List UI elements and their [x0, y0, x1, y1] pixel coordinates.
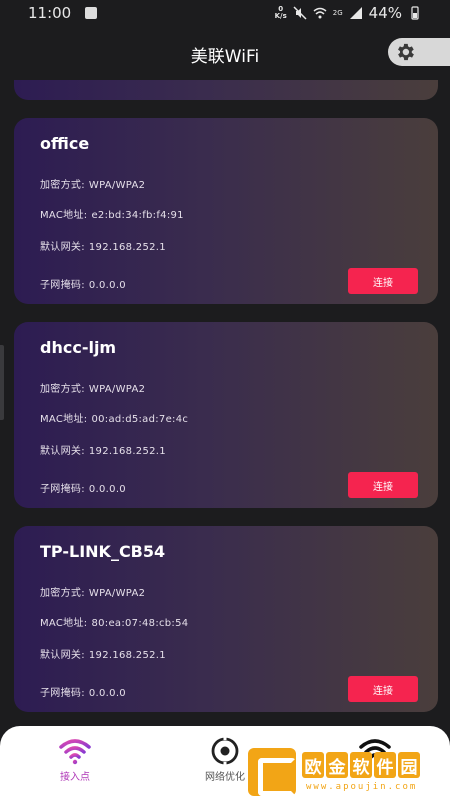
wifi-icon — [59, 739, 91, 765]
wifi-card: dhcc-ljm 加密方式: WPA/WPA2 MAC地址: 00:ad:d5:ad… — [14, 322, 438, 508]
status-indicators: 0 K/s 2G 44% — [275, 4, 422, 22]
nav-item-access-point[interactable]: 接入点 — [0, 726, 150, 800]
page-title: 美联WiFi — [190, 47, 260, 67]
signal-icon — [349, 7, 362, 19]
wifi-status-icon — [313, 7, 327, 19]
mute-icon — [293, 6, 307, 20]
wifi-list[interactable]: office 加密方式: WPA/WPA2 MAC地址: e2:bd:34:fb:f… — [0, 80, 450, 726]
connect-button[interactable]: 连接 — [348, 472, 418, 498]
encryption-row: 加密方式: WPA/WPA2 — [40, 384, 146, 395]
nav-label: 接入点 — [60, 772, 90, 783]
connect-button[interactable]: 连接 — [348, 676, 418, 702]
encryption-row: 加密方式: WPA/WPA2 — [40, 180, 146, 191]
gateway-row: 默认网关: 192.168.252.1 — [40, 446, 166, 457]
gateway-row: 默认网关: 192.168.252.1 — [40, 242, 166, 253]
gear-icon — [398, 43, 414, 61]
wifi-ssid: TP-LINK_CB54 — [40, 542, 166, 561]
wifi-card: TP-LINK_CB54 加密方式: WPA/WPA2 MAC地址: 80:ea:0… — [14, 526, 438, 712]
bottom-nav: 接入点 网络优化 — [0, 726, 450, 800]
mac-row: MAC地址: e2:bd:34:fb:f4:91 — [40, 210, 184, 221]
nav-label: 网络优化 — [205, 772, 245, 783]
wifi-card-partial — [14, 80, 438, 100]
network-type: 2G — [332, 9, 343, 17]
wifi-card: office 加密方式: WPA/WPA2 MAC地址: e2:bd:34:fb:f… — [14, 118, 438, 304]
notification-icon — [85, 7, 97, 19]
wifi-ssid: dhcc-ljm — [40, 338, 117, 357]
mac-row: MAC地址: 00:ad:d5:ad:7e:4c — [40, 414, 189, 425]
subnet-row: 子网掩码: 0.0.0.0 — [40, 484, 126, 495]
connect-button[interactable]: 连接 — [348, 268, 418, 294]
nav-item-network-optimize[interactable]: 网络优化 — [150, 726, 300, 800]
mac-row: MAC地址: 80:ea:07:48:cb:54 — [40, 618, 189, 629]
battery-percent: 44% — [368, 4, 402, 22]
subnet-row: 子网掩码: 0.0.0.0 — [40, 688, 126, 699]
wifi-signal-icon — [359, 739, 391, 759]
app-bar: 美联WiFi — [0, 26, 450, 80]
gateway-row: 默认网关: 192.168.252.1 — [40, 650, 166, 661]
edge-handle[interactable] — [0, 345, 4, 420]
nav-item-signal[interactable] — [300, 726, 450, 800]
encryption-row: 加密方式: WPA/WPA2 — [40, 588, 146, 599]
battery-icon — [411, 6, 419, 20]
status-time: 11:00 — [28, 4, 72, 22]
wifi-ssid: office — [40, 134, 90, 153]
target-icon — [211, 736, 239, 766]
status-bar: 11:00 0 K/s 2G 44% — [0, 0, 450, 26]
network-speed: 0 K/s — [274, 5, 287, 20]
subnet-row: 子网掩码: 0.0.0.0 — [40, 280, 126, 291]
settings-button[interactable] — [388, 38, 450, 66]
